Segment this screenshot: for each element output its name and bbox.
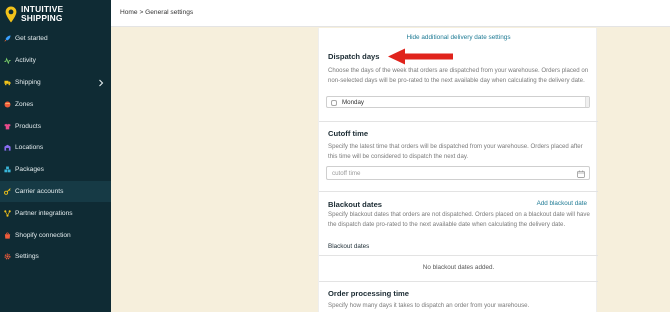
shipping-icon: [4, 79, 11, 86]
cutoff-time-input[interactable]: [332, 170, 562, 177]
order-processing-title: Order processing time: [328, 289, 410, 298]
sidebar-item-label: Shipping: [15, 78, 41, 86]
dispatch-days-select[interactable]: Monday: [326, 96, 590, 108]
monday-checkbox[interactable]: [331, 99, 337, 106]
sidebar-item-locations[interactable]: Locations: [0, 137, 111, 159]
sidebar-item-label: Zones: [15, 100, 34, 108]
blackout-dates-title: Blackout dates: [328, 200, 383, 209]
warehouse-icon: [4, 144, 11, 151]
zones-icon: [4, 101, 11, 108]
monday-option-label: Monday: [342, 99, 365, 106]
cutoff-time-field[interactable]: [326, 166, 590, 180]
rocket-icon: [4, 35, 11, 42]
empty-blackout-message: No blackout dates added.: [422, 264, 495, 271]
blackout-dates-list-label: Blackout dates: [328, 243, 370, 250]
add-blackout-date-link[interactable]: Add blackout date: [537, 200, 587, 207]
sidebar-item-partner-integrations[interactable]: Partner integrations: [0, 202, 111, 224]
sidebar-item-label: Locations: [15, 144, 44, 152]
red-arrow-icon: [388, 48, 453, 65]
breadcrumb: Home > General settings: [120, 9, 193, 16]
chevron-right-icon[interactable]: [97, 79, 105, 87]
sidebar-item-label: Packages: [15, 166, 44, 174]
breadcrumb-current: General settings: [145, 9, 194, 16]
sidebar-item-settings[interactable]: Settings: [0, 246, 111, 268]
sidebar-item-shipping[interactable]: Shipping: [0, 72, 111, 94]
cutoff-time-description: Specify the latest time that orders will…: [328, 143, 583, 160]
brand-name: INTUITIVE SHIPPING: [21, 5, 63, 22]
sidebar-item-label: Carrier accounts: [15, 187, 64, 195]
section-divider: [319, 281, 598, 282]
list-divider: [319, 255, 598, 256]
sidebar-item-carrier-accounts[interactable]: Carrier accounts: [0, 180, 111, 203]
select-scrollbar[interactable]: [585, 97, 589, 107]
section-divider: [319, 191, 598, 192]
integrations-icon: [4, 210, 11, 217]
packages-icon: [4, 166, 11, 173]
section-divider: [319, 121, 598, 122]
sidebar-item-label: Products: [15, 122, 42, 130]
delivery-settings-panel: Hide additional delivery date settings D…: [318, 28, 598, 312]
brand-logo[interactable]: INTUITIVE SHIPPING: [0, 0, 111, 28]
brand-line-2: SHIPPING: [21, 13, 63, 23]
location-pin-icon: [5, 6, 17, 23]
sidebar-item-label: Get started: [15, 35, 48, 43]
sidebar-item-products[interactable]: Products: [0, 115, 111, 137]
shopify-icon: [4, 232, 11, 239]
sidebar-item-label: Shopify connection: [15, 231, 71, 239]
sidebar-item-label: Settings: [15, 253, 39, 261]
shirt-icon: [4, 123, 11, 130]
key-icon: [4, 188, 11, 195]
sidebar-item-zones[interactable]: Zones: [0, 93, 111, 115]
sidebar-nav: Get started Activity Shipping Zones Prod…: [0, 28, 111, 268]
dispatch-days-title: Dispatch days: [328, 52, 380, 61]
hide-delivery-settings-link[interactable]: Hide additional delivery date settings: [319, 34, 598, 41]
cutoff-time-title: Cutoff time: [328, 129, 369, 138]
sidebar-item-label: Partner integrations: [15, 209, 73, 217]
sidebar-item-shopify-connection[interactable]: Shopify connection: [0, 224, 111, 246]
sidebar-item-label: Activity: [15, 57, 36, 65]
breadcrumb-home[interactable]: Home: [120, 9, 138, 16]
sidebar-item-get-started[interactable]: Get started: [0, 28, 111, 50]
calendar-icon[interactable]: [577, 170, 585, 178]
activity-icon: [4, 57, 11, 65]
gear-icon: [4, 253, 11, 260]
top-bar: Home > General settings: [111, 0, 670, 27]
blackout-dates-description: Specify blackout dates that orders are n…: [328, 211, 590, 228]
dispatch-days-description: Choose the days of the week that orders …: [328, 67, 589, 84]
order-processing-description: Specify how many days it takes to dispat…: [328, 302, 530, 309]
sidebar-item-activity[interactable]: Activity: [0, 50, 111, 72]
sidebar: INTUITIVE SHIPPING Get started Activity …: [0, 0, 111, 312]
sidebar-item-packages[interactable]: Packages: [0, 159, 111, 181]
breadcrumb-separator: >: [139, 9, 144, 16]
